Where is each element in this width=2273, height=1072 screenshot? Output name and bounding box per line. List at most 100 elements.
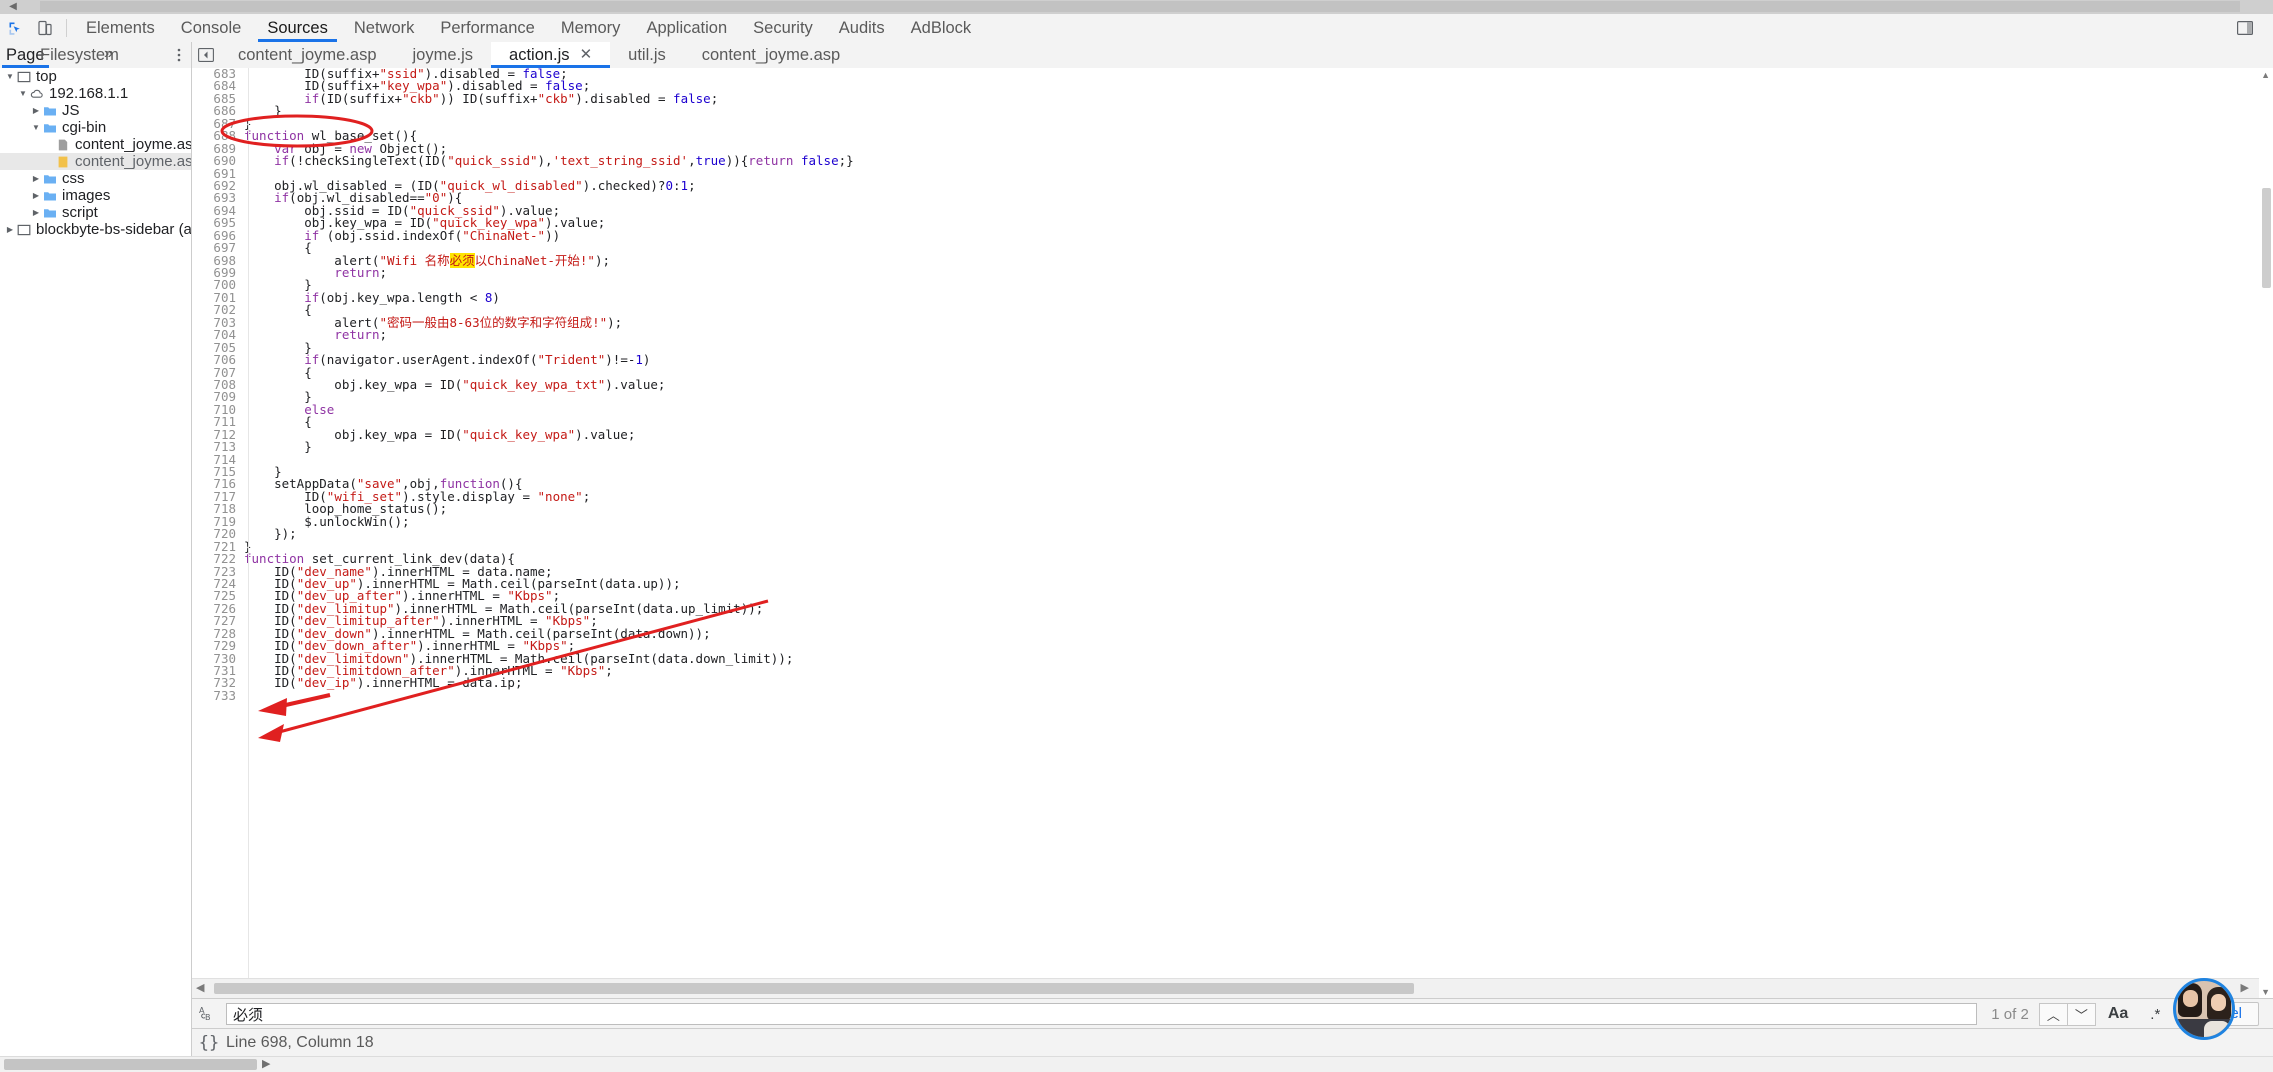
page-horizontal-scrollbar-bottom[interactable]: ▶: [0, 1056, 2273, 1072]
pretty-print-icon[interactable]: {}: [192, 1029, 226, 1057]
tree-item-js[interactable]: ▶ JS: [0, 102, 191, 119]
cloud-icon: [29, 87, 45, 101]
code-token: 'text_string_ssid': [552, 153, 689, 169]
twisty-expanded-icon[interactable]: ▼: [30, 119, 42, 136]
scrollbar-thumb[interactable]: [40, 1, 2240, 12]
code-line[interactable]: 690 if(!checkSingleText(ID("quick_ssid")…: [192, 153, 2273, 169]
scrollbar-thumb[interactable]: [214, 983, 1414, 994]
editor-tab-joyme-js[interactable]: joyme.js: [395, 42, 492, 68]
scroll-left-arrow-icon[interactable]: ◀: [196, 981, 204, 994]
tree-item-content-joyme-asp[interactable]: content_joyme.asp: [0, 153, 191, 170]
search-prev-button[interactable]: ︿: [2038, 1002, 2068, 1026]
editor-tab-content-joyme-asp-2[interactable]: content_joyme.asp: [684, 42, 859, 68]
tab-security[interactable]: Security: [740, 14, 826, 42]
scroll-right-arrow-icon[interactable]: ▶: [262, 1057, 270, 1072]
tab-application[interactable]: Application: [633, 14, 740, 42]
scroll-left-arrow-icon[interactable]: ◀: [4, 1, 22, 12]
tree-item-content-joyme-asp[interactable]: content_joyme.asp: [0, 136, 191, 153]
navigator-file-tree[interactable]: ▼ top ▼ 192.168.1.1 ▶ JS ▼ cgi-bin content_joyme…: [0, 68, 192, 1072]
tree-item-script[interactable]: ▶ script: [0, 204, 191, 221]
code-token: ),: [537, 153, 553, 169]
code-line[interactable]: 733: [192, 689, 2273, 703]
editor-tab-action-js[interactable]: action.js ✕: [491, 42, 611, 68]
code-line[interactable]: 685 if(ID(suffix+"ckb")) ID(suffix+"ckb"…: [192, 92, 2273, 106]
code-token: ): [492, 289, 500, 305]
code-line[interactable]: 700 }: [192, 278, 2273, 292]
tree-item-images[interactable]: ▶ images: [0, 187, 191, 204]
editor-vertical-scrollbar[interactable]: ▲ ▼: [2259, 68, 2273, 999]
code-line[interactable]: 696 if (obj.ssid.indexOf("ChinaNet-")): [192, 229, 2273, 243]
code-line[interactable]: 706 if(navigator.userAgent.indexOf("Trid…: [192, 353, 2273, 367]
twisty-collapsed-icon[interactable]: ▶: [30, 187, 42, 204]
regex-toggle[interactable]: .*: [2140, 1006, 2170, 1023]
editor-tab-content-joyme-asp-1[interactable]: content_joyme.asp: [220, 42, 395, 68]
tab-sources[interactable]: Sources: [254, 14, 341, 42]
code-line[interactable]: 687}: [192, 117, 2273, 131]
tab-network[interactable]: Network: [341, 14, 428, 42]
editor-tab-util-js[interactable]: util.js: [610, 42, 684, 68]
code-line[interactable]: 701 if(obj.key_wpa.length < 8): [192, 289, 2273, 305]
tab-performance[interactable]: Performance: [427, 14, 547, 42]
tab-memory[interactable]: Memory: [548, 14, 634, 42]
source-code-editor[interactable]: 683 ID(suffix+"ssid").disabled = false; 6…: [192, 68, 2273, 999]
avatar[interactable]: [2173, 978, 2235, 1040]
code-line[interactable]: 714: [192, 453, 2273, 467]
code-line[interactable]: 719 $.unlockWin();: [192, 515, 2273, 529]
code-line[interactable]: 692 obj.wl_disabled = (ID("quick_wl_disa…: [192, 179, 2273, 193]
code-line[interactable]: 704 return;: [192, 328, 2273, 342]
scroll-up-arrow-icon[interactable]: ▲: [2261, 70, 2270, 80]
scroll-down-arrow-icon[interactable]: ▼: [2261, 987, 2270, 997]
line-number[interactable]: 733: [192, 689, 244, 703]
tree-item-cgi-bin[interactable]: ▼ cgi-bin: [0, 119, 191, 136]
code-line[interactable]: 688 function wl_base_set(){: [192, 129, 2273, 143]
editor-horizontal-scrollbar[interactable]: ◀ ▶: [192, 978, 2273, 999]
tree-item-192-168-1-1[interactable]: ▼ 192.168.1.1: [0, 85, 191, 102]
page-horizontal-scrollbar-top[interactable]: ◀: [0, 0, 2273, 15]
code-line[interactable]: 712 obj.key_wpa = ID("quick_key_wpa").va…: [192, 428, 2273, 442]
code-line[interactable]: 686 }: [192, 104, 2273, 118]
device-toolbar-icon[interactable]: [30, 14, 60, 42]
code-token: "Wifi 名称: [379, 252, 450, 268]
tab-elements[interactable]: Elements: [73, 14, 168, 42]
tab-audits[interactable]: Audits: [826, 14, 898, 42]
code-line[interactable]: 710 else: [192, 403, 2273, 417]
code-line[interactable]: 717 ID("wifi_set").style.display = "none…: [192, 490, 2273, 504]
code-line[interactable]: 732 ID("dev_ip").innerHTML = data.ip;: [192, 675, 2273, 691]
code-line[interactable]: 720 });: [192, 527, 2273, 541]
code-line[interactable]: 709 }: [192, 390, 2273, 404]
code-line[interactable]: 708 obj.key_wpa = ID("quick_key_wpa_txt"…: [192, 378, 2273, 392]
tree-item-blockbyte-bs-sidebar-about-blan[interactable]: ▶ blockbyte-bs-sidebar (about:blan: [0, 221, 191, 238]
nav-tab-page[interactable]: Page: [2, 42, 49, 68]
twisty-collapsed-icon[interactable]: ▶: [30, 170, 42, 187]
code-line[interactable]: 698 alert("Wifi 名称必须以ChinaNet-开始!");: [192, 252, 2273, 268]
scrollbar-thumb[interactable]: [4, 1059, 257, 1070]
code-line[interactable]: 718 loop_home_status();: [192, 502, 2273, 516]
inspect-element-icon[interactable]: [0, 14, 30, 42]
search-next-button[interactable]: ﹀: [2067, 1002, 2096, 1026]
navigator-more-tabs-icon[interactable]: »: [104, 42, 113, 68]
code-token: ;: [605, 663, 613, 678]
tree-item-label: css: [62, 170, 85, 187]
twisty-expanded-icon[interactable]: ▼: [17, 85, 29, 102]
code-viewport[interactable]: 683 ID(suffix+"ssid").disabled = false; 6…: [192, 68, 2273, 979]
tab-scroll-left-icon[interactable]: [192, 42, 220, 68]
navigator-more-options-icon[interactable]: [172, 46, 186, 64]
code-token: "dev_ip": [296, 675, 357, 691]
twisty-expanded-icon[interactable]: ▼: [4, 68, 16, 85]
search-input[interactable]: [226, 1003, 1978, 1025]
match-case-toggle[interactable]: Aa: [2096, 1005, 2140, 1023]
code-line[interactable]: 699 return;: [192, 266, 2273, 280]
twisty-collapsed-icon[interactable]: ▶: [4, 221, 16, 238]
code-line[interactable]: 713 }: [192, 440, 2273, 454]
tree-item-css[interactable]: ▶ css: [0, 170, 191, 187]
code-line[interactable]: 703 alert("密码一般由8-63位的数字和字符组成!");: [192, 316, 2273, 330]
twisty-collapsed-icon[interactable]: ▶: [30, 102, 42, 119]
scroll-right-arrow-icon[interactable]: ▶: [2241, 981, 2249, 994]
tab-console[interactable]: Console: [168, 14, 255, 42]
scrollbar-thumb[interactable]: [2262, 188, 2271, 288]
twisty-collapsed-icon[interactable]: ▶: [30, 204, 42, 221]
tree-item-top[interactable]: ▼ top: [0, 68, 191, 85]
dock-side-icon[interactable]: [2231, 14, 2259, 42]
tab-adblock[interactable]: AdBlock: [898, 14, 985, 42]
close-icon[interactable]: ✕: [580, 42, 593, 68]
